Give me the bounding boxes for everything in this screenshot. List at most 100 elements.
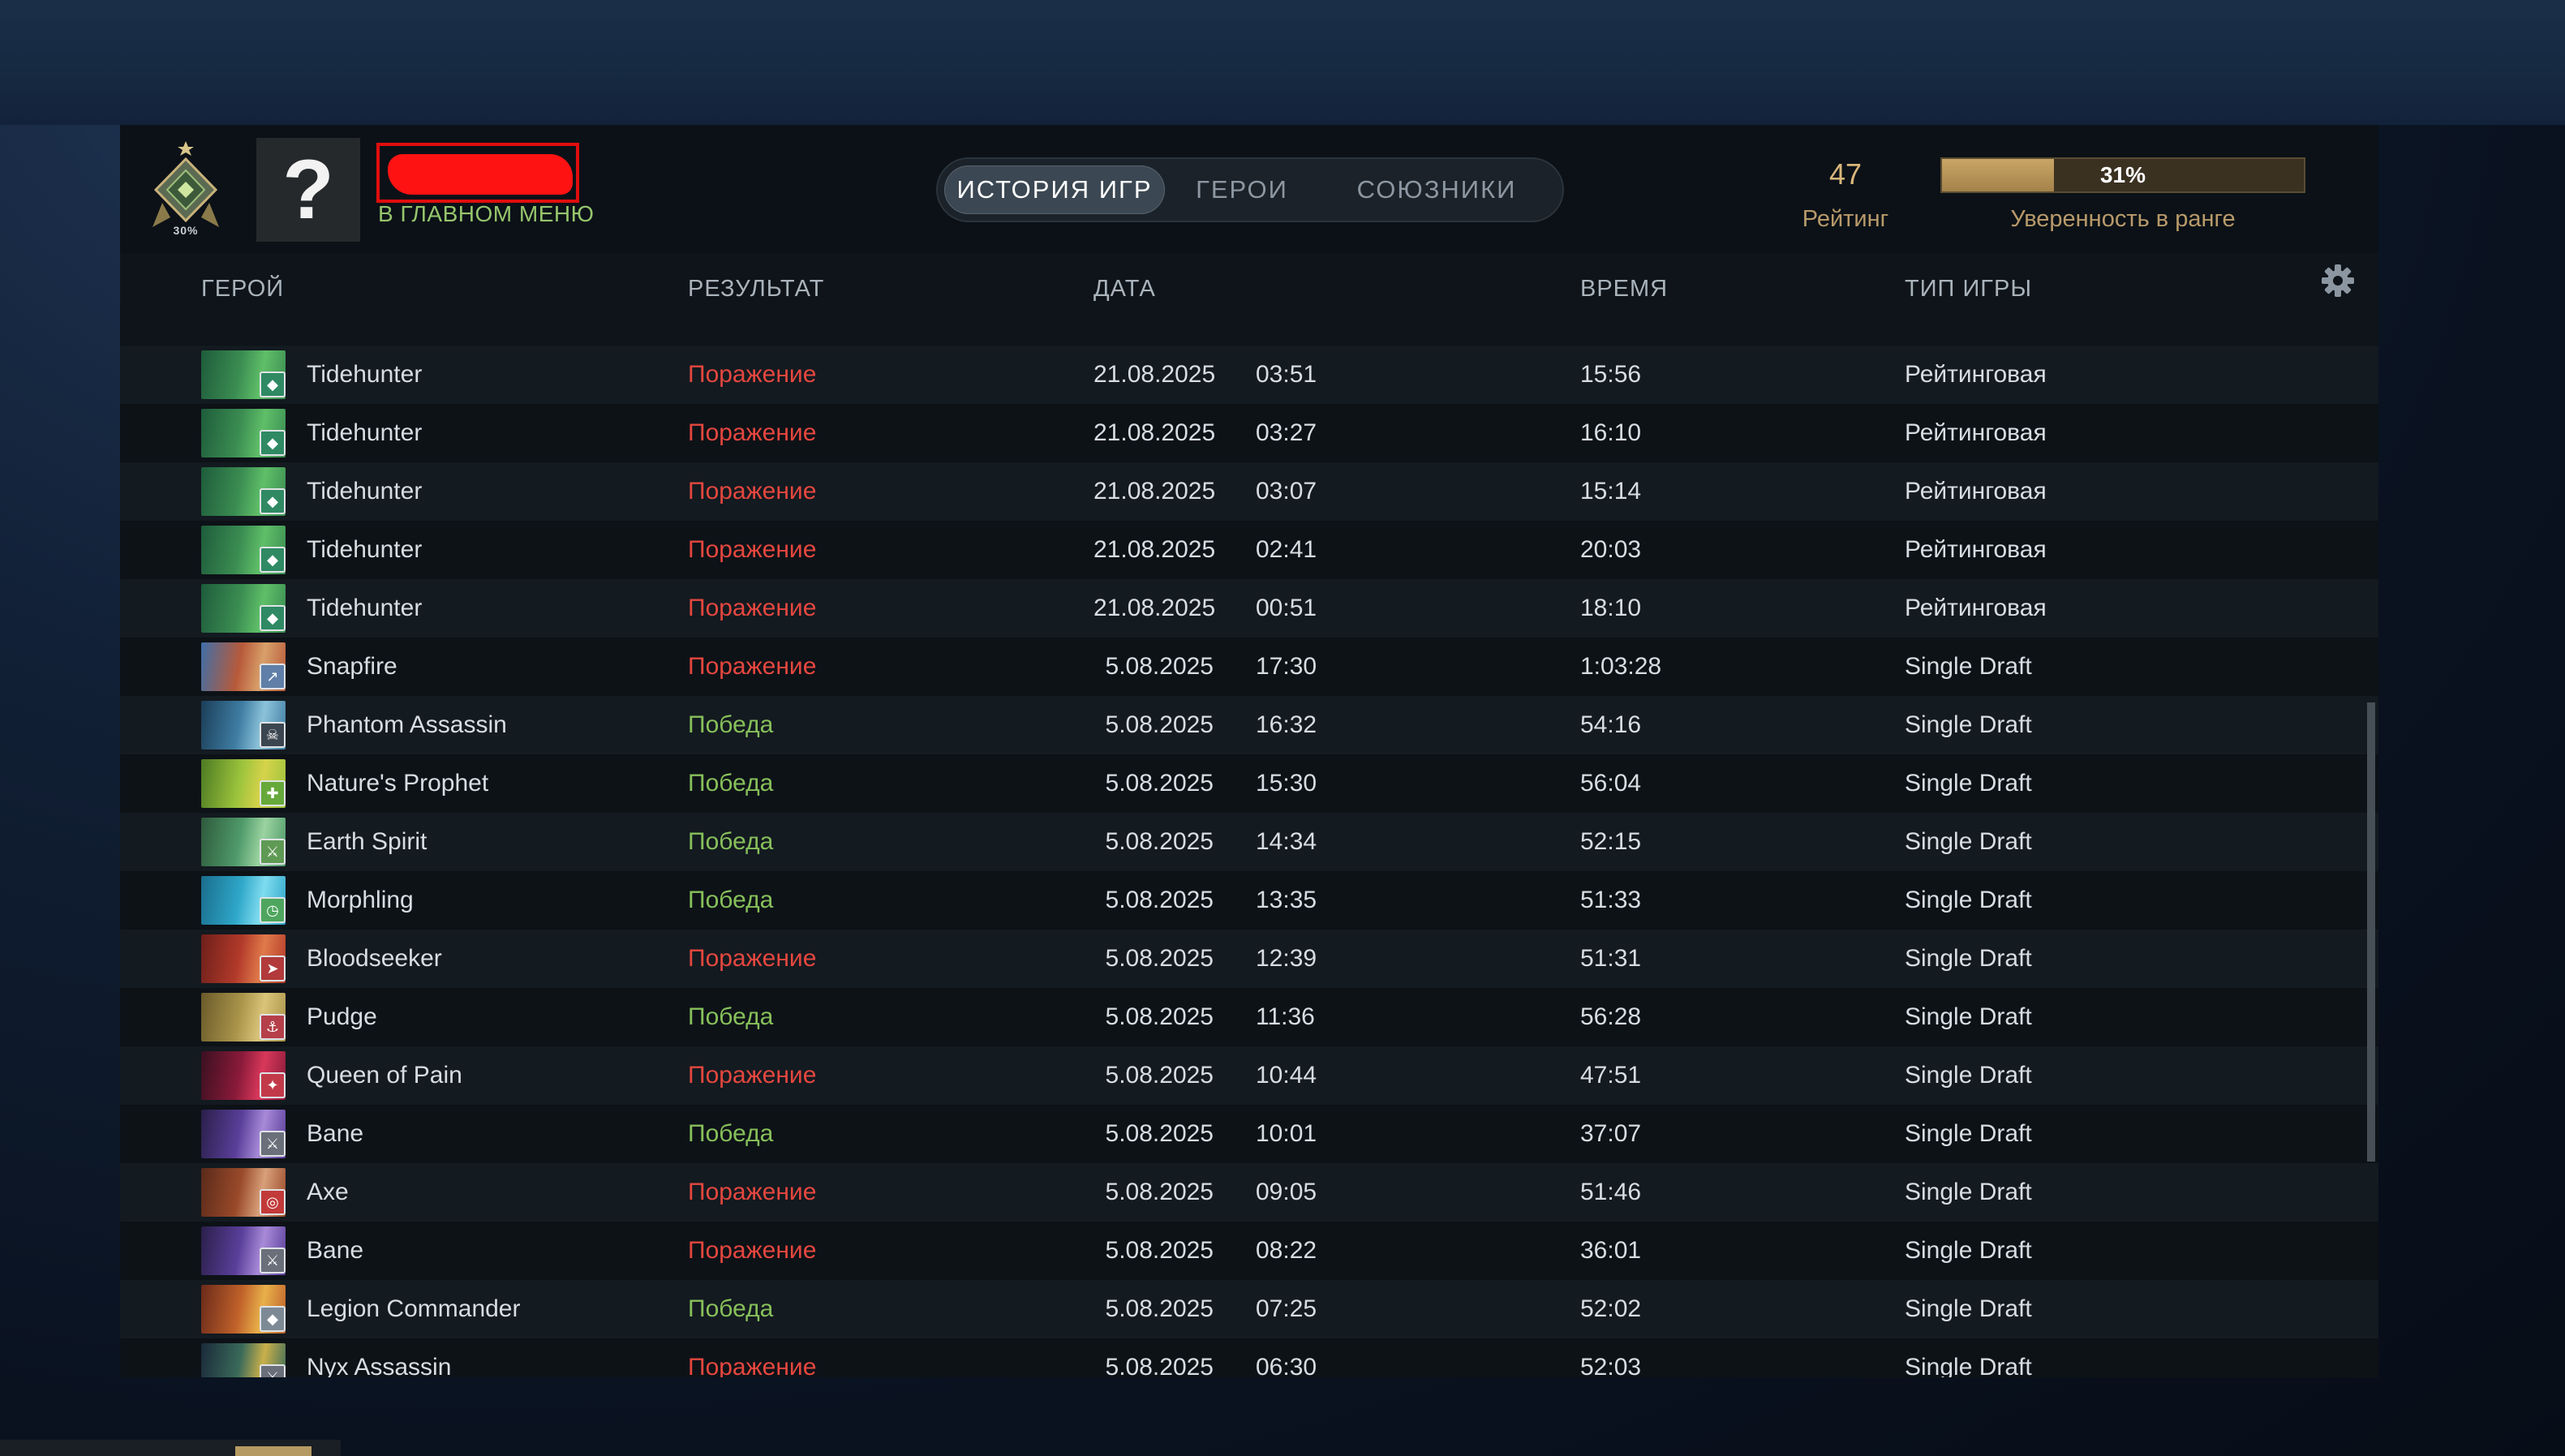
rank-medal-icon[interactable] — [149, 140, 222, 237]
match-date: 5.08.2025 — [1105, 1062, 1214, 1089]
match-start-time: 08:22 — [1256, 1237, 1317, 1264]
hero-name: Morphling — [307, 887, 414, 913]
table-row[interactable]: ⚔ Nyx Assassin Поражение 5.08.2025 06:30 52:0… — [120, 1338, 2378, 1377]
match-result: Поражение — [688, 536, 817, 563]
table-row[interactable]: ◷ Morphling Победа 5.08.2025 13:35 51:33 Singl… — [120, 871, 2378, 930]
match-table[interactable]: ◆ Tidehunter Поражение 21.08.2025 03:51 15:56… — [120, 328, 2378, 1377]
hero-name: Legion Commander — [307, 1295, 521, 1322]
match-duration: 51:31 — [1580, 945, 1642, 972]
table-row-partial[interactable] — [120, 328, 2378, 346]
taskbar-item[interactable] — [235, 1446, 311, 1456]
hero-name: Queen of Pain — [307, 1062, 462, 1089]
match-result: Победа — [688, 828, 774, 855]
sword-icon: ⚔ — [260, 1131, 286, 1157]
table-row[interactable]: ↗ Snapfire Поражение 5.08.2025 17:30 1:03:28 S… — [120, 638, 2378, 696]
rating-value: 47 — [1828, 157, 1863, 191]
hero-name: Bane — [307, 1237, 364, 1264]
match-duration: 36:01 — [1580, 1237, 1642, 1264]
game-type: Рейтинговая — [1905, 536, 2047, 563]
table-row[interactable]: ◎ Axe Поражение 5.08.2025 09:05 51:46 Single D… — [120, 1163, 2378, 1222]
table-row[interactable]: ☠ Phantom Assassin Победа 5.08.2025 16:32 54:… — [120, 696, 2378, 754]
match-result: Поражение — [688, 1354, 817, 1377]
match-date: 21.08.2025 — [1093, 536, 1216, 563]
hero-name: Tidehunter — [307, 361, 423, 388]
hero-name: Earth Spirit — [307, 828, 428, 855]
game-type: Single Draft — [1905, 1237, 2032, 1264]
match-duration: 51:33 — [1580, 887, 1642, 913]
game-type: Рейтинговая — [1905, 361, 2047, 388]
tab-allies[interactable]: СОЮЗНИКИ — [1327, 165, 1546, 214]
game-type: Рейтинговая — [1905, 419, 2047, 446]
column-header-game-type[interactable]: ТИП ИГРЫ — [1905, 276, 2032, 303]
hero-name: Phantom Assassin — [307, 711, 507, 738]
match-start-time: 11:36 — [1256, 1003, 1315, 1030]
match-result: Поражение — [688, 945, 817, 972]
game-type: Single Draft — [1905, 1003, 2032, 1030]
match-start-time: 16:32 — [1256, 711, 1317, 738]
match-date: 21.08.2025 — [1093, 419, 1216, 446]
rank-percent-label: 30% — [173, 224, 199, 237]
match-result: Победа — [688, 1120, 774, 1147]
match-start-time: 09:05 — [1256, 1179, 1317, 1205]
redacted-username — [376, 143, 579, 203]
sword-icon: ⚔ — [260, 1248, 286, 1273]
avatar[interactable]: ? — [256, 138, 360, 242]
scrollbar[interactable] — [2367, 702, 2375, 1162]
match-result: Поражение — [688, 361, 817, 388]
match-result: Победа — [688, 887, 774, 913]
match-start-time: 15:30 — [1256, 770, 1317, 797]
match-result: Победа — [688, 1003, 774, 1030]
match-result: Поражение — [688, 478, 817, 505]
table-row[interactable]: ◆ Tidehunter Поражение 21.08.2025 00:51 18:10… — [120, 579, 2378, 638]
match-duration: 56:28 — [1580, 1003, 1642, 1030]
match-start-time: 03:51 — [1256, 361, 1317, 388]
shield-icon: ◆ — [260, 547, 286, 573]
table-header: ГЕРОЙ РЕЗУЛЬТАТ ДАТА ВРЕМЯ ТИП ИГРЫ — [120, 253, 2378, 328]
table-row[interactable]: ⚔ Earth Spirit Победа 5.08.2025 14:34 52:15 Si… — [120, 813, 2378, 871]
hero-name: Pudge — [307, 1003, 377, 1030]
table-row[interactable]: ◆ Legion Commander Победа 5.08.2025 07:25 52:… — [120, 1280, 2378, 1338]
timer-icon: ◷ — [260, 897, 286, 923]
match-start-time: 12:39 — [1256, 945, 1317, 972]
column-header-time[interactable]: ВРЕМЯ — [1580, 276, 1668, 303]
table-row[interactable]: ⚔ Bane Поражение 5.08.2025 08:22 36:01 Single … — [120, 1222, 2378, 1280]
match-date: 5.08.2025 — [1105, 1179, 1214, 1205]
match-start-time: 14:34 — [1256, 828, 1317, 855]
hero-name: Bane — [307, 1120, 364, 1147]
fist-icon: ✦ — [260, 1072, 286, 1098]
match-date: 21.08.2025 — [1093, 595, 1216, 621]
column-header-hero[interactable]: ГЕРОЙ — [201, 276, 284, 303]
match-duration: 18:10 — [1580, 595, 1642, 621]
match-result: Поражение — [688, 595, 817, 621]
game-type: Single Draft — [1905, 1120, 2032, 1147]
table-row[interactable]: ⚓ Pudge Победа 5.08.2025 11:36 56:28 Single Dr… — [120, 988, 2378, 1046]
column-header-date[interactable]: ДАТА — [1093, 276, 1156, 303]
match-result: Поражение — [688, 653, 817, 680]
table-row[interactable]: ◆ Tidehunter Поражение 21.08.2025 03:51 15:56… — [120, 346, 2378, 404]
table-row[interactable]: ◆ Tidehunter Поражение 21.08.2025 03:07 15:14… — [120, 462, 2378, 521]
match-start-time: 17:30 — [1256, 653, 1317, 680]
gear-icon[interactable] — [2320, 263, 2356, 299]
match-start-time: 13:35 — [1256, 887, 1317, 913]
tab-heroes[interactable]: ГЕРОИ — [1189, 165, 1295, 214]
hero-name: Nature's Prophet — [307, 770, 489, 797]
match-date: 5.08.2025 — [1105, 770, 1214, 797]
table-row[interactable]: ◆ Tidehunter Поражение 21.08.2025 02:41 20:03… — [120, 521, 2378, 579]
match-date: 5.08.2025 — [1105, 1237, 1214, 1264]
match-date: 5.08.2025 — [1105, 653, 1214, 680]
rank-confidence-label: Уверенность в ранге — [2010, 206, 2236, 232]
skull-icon: ☠ — [260, 722, 286, 748]
table-row[interactable]: ⚔ Bane Победа 5.08.2025 10:01 37:07 Single Dra… — [120, 1105, 2378, 1163]
table-row[interactable]: ➤ Bloodseeker Поражение 5.08.2025 12:39 51:31… — [120, 930, 2378, 988]
tab-match-history[interactable]: ИСТОРИЯ ИГР — [944, 165, 1165, 214]
boot-icon: ↗ — [260, 664, 286, 689]
match-date: 5.08.2025 — [1105, 711, 1214, 738]
table-row[interactable]: ◆ Tidehunter Поражение 21.08.2025 03:27 16:10… — [120, 404, 2378, 462]
game-type: Single Draft — [1905, 1354, 2032, 1377]
column-header-result[interactable]: РЕЗУЛЬТАТ — [688, 276, 824, 303]
hero-name: Axe — [307, 1179, 349, 1205]
table-row[interactable]: ✚ Nature's Prophet Победа 5.08.2025 15:30 56:… — [120, 754, 2378, 813]
match-date: 5.08.2025 — [1105, 945, 1214, 972]
rank-confidence-bar: 31% — [1940, 157, 2305, 193]
table-row[interactable]: ✦ Queen of Pain Поражение 5.08.2025 10:44 47:… — [120, 1046, 2378, 1105]
